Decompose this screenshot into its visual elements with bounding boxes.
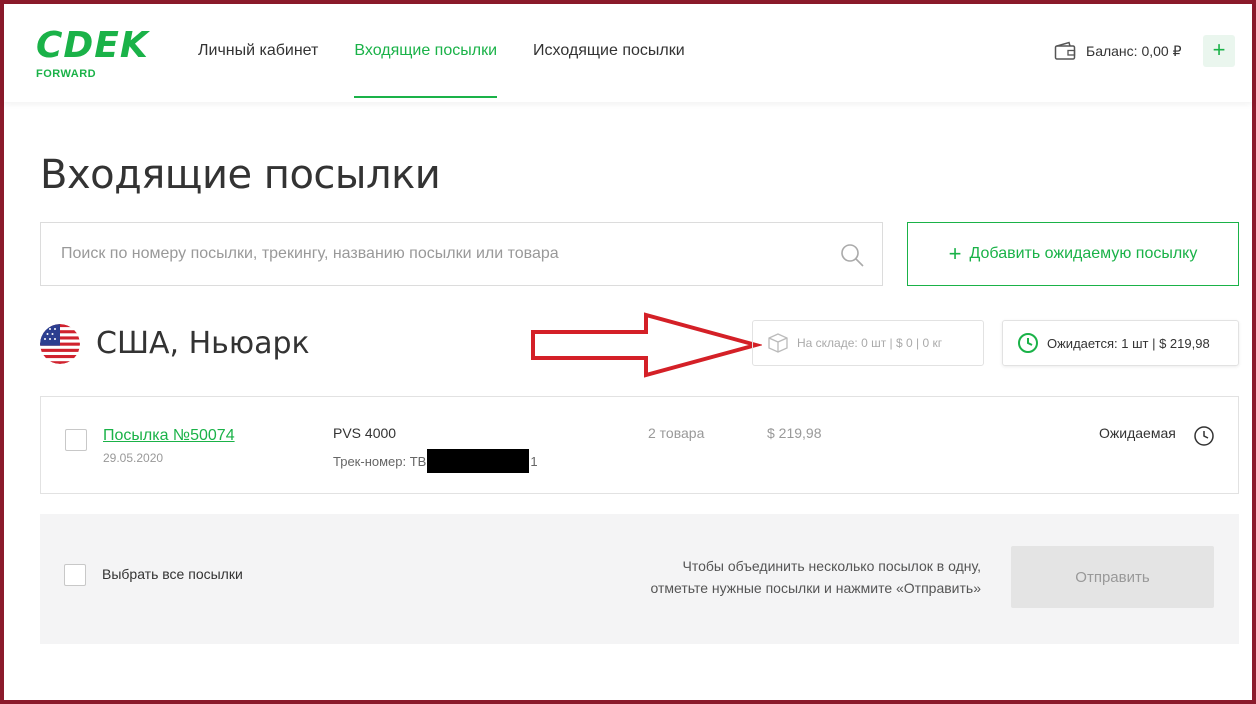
search-icon[interactable] xyxy=(840,243,864,267)
nav-item-incoming-parcels[interactable]: Входящие посылки xyxy=(354,4,497,98)
logo-sub-text: FORWARD xyxy=(36,68,97,80)
cdek-logo[interactable]: CDEK FORWARD xyxy=(36,28,156,84)
header: CDEK FORWARD Личный кабинет Входящие пос… xyxy=(4,4,1252,102)
add-expected-parcel-label: Добавить ожидаемую посылку xyxy=(969,245,1198,262)
merge-hint-line-2: отметьте нужные посылки и нажмите «Отпра… xyxy=(650,580,982,596)
nav-item-outgoing-parcels[interactable]: Исходящие посылки xyxy=(533,4,685,98)
balance[interactable]: Баланс: 0,00 ₽ xyxy=(1054,38,1181,64)
parcel-status: Ожидаемая xyxy=(1099,425,1176,441)
parcel-date: 29.05.2020 xyxy=(103,451,164,465)
bulk-actions-panel: Выбрать все посылки Чтобы объединить нес… xyxy=(40,514,1239,644)
nav-item-personal-account[interactable]: Личный кабинет xyxy=(198,4,318,98)
search-input[interactable] xyxy=(61,223,821,285)
merge-hint-line-1: Чтобы объединить несколько посылок в одн… xyxy=(682,558,982,574)
top-up-button[interactable]: + xyxy=(1203,35,1235,67)
parcel-tracking: Трек-номер: ТВ 1 xyxy=(333,449,538,473)
redacted-tracking xyxy=(427,449,530,473)
tracking-prefix: Трек-номер: ТВ xyxy=(333,453,427,469)
parcel-link[interactable]: Посылка №50074 xyxy=(103,427,235,445)
parcel-price: $ 219,98 xyxy=(767,425,822,441)
add-expected-parcel-button[interactable]: + Добавить ожидаемую посылку xyxy=(907,222,1239,286)
red-arrow-annotation-icon xyxy=(531,312,762,378)
expected-text: Ожидается: 1 шт | $ 219,98 xyxy=(1047,335,1210,351)
merge-hint: Чтобы объединить несколько посылок в одн… xyxy=(581,555,982,599)
page-title: Входящие посылки xyxy=(40,152,441,198)
clock-icon xyxy=(1018,333,1038,353)
send-button[interactable]: Отправить xyxy=(1011,546,1214,608)
plus-icon: + xyxy=(948,241,962,266)
box-icon xyxy=(768,333,788,353)
search-box xyxy=(40,222,883,286)
in-stock-badge[interactable]: На складе: 0 шт | $ 0 | 0 кг xyxy=(752,320,984,366)
usa-flag-icon xyxy=(40,324,80,364)
wallet-icon xyxy=(1054,41,1076,60)
parcel-items-count: 2 товара xyxy=(648,425,705,441)
parcel-checkbox[interactable] xyxy=(65,429,87,451)
logo-main-text: CDEK xyxy=(36,25,149,66)
select-all-checkbox[interactable] xyxy=(64,564,86,586)
parcel-product: PVS 4000 xyxy=(333,425,397,441)
screenshot-frame: CDEK FORWARD Личный кабинет Входящие пос… xyxy=(0,0,1256,704)
warehouse-name: США, Ньюарк xyxy=(96,326,310,361)
balance-label: Баланс: 0,00 ₽ xyxy=(1086,42,1182,59)
main-nav: Личный кабинет Входящие посылки Исходящи… xyxy=(198,4,721,98)
select-all-label: Выбрать все посылки xyxy=(102,566,243,582)
in-stock-text: На складе: 0 шт | $ 0 | 0 кг xyxy=(797,336,943,350)
table-row: Посылка №50074 29.05.2020 PVS 4000 Трек-… xyxy=(40,396,1239,494)
status-clock-icon xyxy=(1194,426,1214,446)
tracking-suffix: 1 xyxy=(530,453,538,469)
expected-badge[interactable]: Ожидается: 1 шт | $ 219,98 xyxy=(1002,320,1239,366)
